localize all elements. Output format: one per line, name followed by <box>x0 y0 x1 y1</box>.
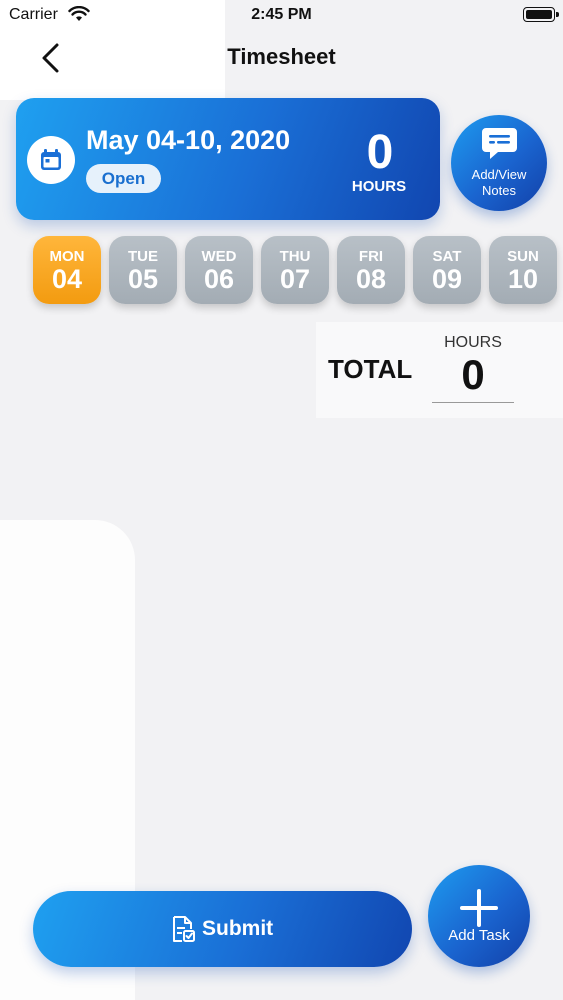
day-name: SAT <box>432 248 462 265</box>
total-label: TOTAL <box>328 354 413 384</box>
day-chip-sat[interactable]: SAT 09 <box>413 236 481 304</box>
day-number: 07 <box>279 264 311 294</box>
week-hours-label: HOURS <box>351 178 407 195</box>
battery-icon <box>523 7 559 22</box>
week-status-badge: Open <box>86 164 161 193</box>
day-name: MON <box>49 248 85 265</box>
add-task-button[interactable]: Add Task <box>428 865 530 967</box>
day-number: 05 <box>127 264 159 294</box>
total-hours-value: 0 <box>461 351 485 398</box>
week-hours-value: 0 <box>366 126 394 179</box>
day-number: 08 <box>355 264 387 294</box>
divider <box>432 402 514 403</box>
calendar-icon <box>41 149 61 170</box>
day-chip-thu[interactable]: THU 07 <box>261 236 329 304</box>
day-name: SUN <box>507 248 539 265</box>
day-number: 06 <box>203 264 235 294</box>
total-hours-label: HOURS <box>444 334 502 351</box>
day-chip-sun[interactable]: SUN 10 <box>489 236 557 304</box>
day-chip-fri[interactable]: FRI 08 <box>337 236 405 304</box>
notes-button-label: Add/View Notes <box>451 167 547 199</box>
status-bar: Carrier 2:45 PM <box>0 0 563 30</box>
day-number: 10 <box>507 264 539 294</box>
day-name: THU <box>279 248 311 265</box>
notes-label-line2: Notes <box>482 183 516 198</box>
day-name: TUE <box>128 248 158 265</box>
plus-icon <box>460 889 498 927</box>
chat-notes-icon <box>482 128 517 159</box>
day-number: 09 <box>431 264 463 294</box>
document-check-icon <box>173 916 195 942</box>
add-task-label: Add Task <box>448 927 510 944</box>
week-date-range: May 04-10, 2020 <box>86 125 291 155</box>
week-summary-card: May 04-10, 2020 Open 0 HOURS <box>16 98 440 220</box>
day-chip-wed[interactable]: WED 06 <box>185 236 253 304</box>
add-view-notes-button[interactable]: Add/View Notes <box>451 115 547 211</box>
calendar-badge <box>27 136 75 184</box>
day-name: WED <box>201 248 237 265</box>
status-time: 2:45 PM <box>251 6 312 23</box>
day-name: FRI <box>358 248 384 265</box>
submit-button[interactable]: Submit <box>33 891 412 967</box>
day-chip-tue[interactable]: TUE 05 <box>109 236 177 304</box>
notes-label-line1: Add/View <box>471 167 527 182</box>
submit-button-label: Submit <box>202 917 274 940</box>
page-title: Timesheet <box>227 44 336 69</box>
day-number: 04 <box>51 264 83 294</box>
day-chip-mon[interactable]: MON 04 <box>33 236 101 304</box>
